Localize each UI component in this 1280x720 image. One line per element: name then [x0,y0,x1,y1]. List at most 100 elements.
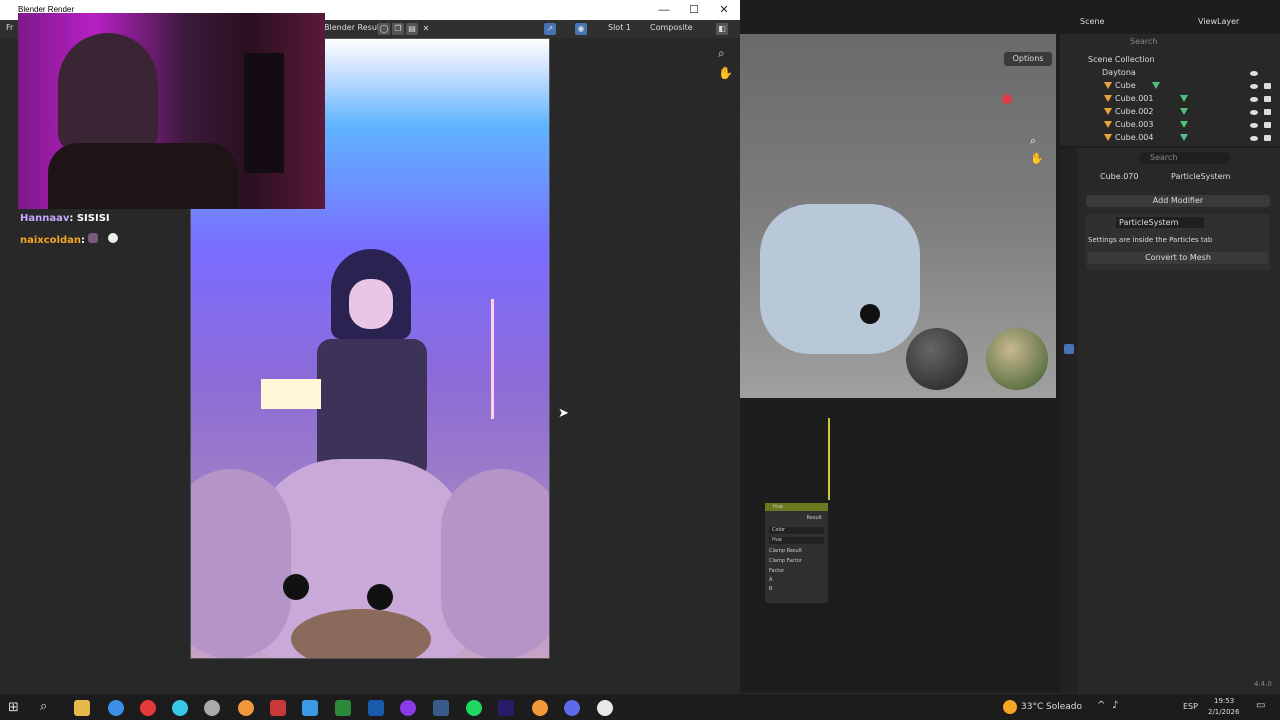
bear-left [191,469,291,658]
outliner-item[interactable]: Daytona [1060,66,1280,79]
chrome-icon[interactable] [108,700,124,716]
pass-select[interactable]: Composite [650,23,693,32]
emote-icon [88,233,99,243]
eye-icon[interactable] [1250,95,1258,104]
bear-eye-right [367,584,393,610]
mesh-data-icon [1152,82,1160,89]
node-hue-dropdown[interactable]: Hue [769,537,824,544]
properties-editor: Search Cube.070 ParticleSystem Add Modif… [1060,148,1280,693]
weather-temp[interactable]: 33°C [1021,702,1043,712]
weather-condition[interactable]: Soleado [1046,702,1082,712]
app-icon[interactable] [400,700,416,716]
hue-node[interactable]: Hue Result Color Hue Clamp Result Clamp … [765,503,828,603]
node-input-a: A [769,577,773,583]
outliner-scene-collection[interactable]: Scene Collection [1060,53,1280,66]
zoom-icon[interactable]: ⌕ [718,46,725,61]
breadcrumb-system[interactable]: ParticleSystem [1171,172,1230,181]
vscode-icon[interactable] [368,700,384,716]
open-folder-icon[interactable]: ▤ [406,23,418,35]
modifier-info-text: Settings are inside the Particles tab [1088,236,1213,244]
node-color-dropdown[interactable]: Color [769,527,824,534]
hand-pan-icon[interactable]: ✋ [718,66,733,80]
minimize-button[interactable]: — [656,2,672,18]
video-app-icon[interactable] [270,700,286,716]
duplicate-icon[interactable]: ❐ [392,23,404,35]
properties-search[interactable]: Search [1140,152,1230,164]
file-explorer-icon[interactable] [74,700,90,716]
clamp-result-checkbox[interactable]: Clamp Result [769,548,824,554]
eye-icon[interactable] [1250,134,1258,143]
opera-icon[interactable] [140,700,156,716]
modifier-tab-icon[interactable] [1064,344,1074,354]
modifier-panel: ParticleSystem Settings are inside the P… [1086,214,1270,270]
unlink-icon[interactable]: ✕ [420,23,432,35]
view-layer-name[interactable]: ViewLayer [1198,17,1239,26]
scene-selector[interactable]: Scene [1062,17,1104,26]
clamp-factor-checkbox[interactable]: Clamp Factor [769,558,824,564]
resolve-icon[interactable] [433,700,449,716]
spotify-icon[interactable] [466,700,482,716]
camera-icon[interactable] [1264,108,1271,117]
tray-chevron-icon[interactable]: ^ [1097,700,1105,711]
outliner-item[interactable]: Cube.001 [1060,92,1280,105]
version-label: 4.4.0 [1254,680,1272,688]
eye-icon[interactable] [1250,108,1258,117]
hue-node-header: Hue [765,503,828,511]
clock-date[interactable]: 2/1/2026 [1208,708,1239,716]
clock-time[interactable]: 19:53 [1214,697,1234,705]
camera-icon[interactable] [1264,134,1271,143]
add-modifier-button[interactable]: Add Modifier [1086,195,1270,207]
3d-viewport[interactable]: ⌕ ✋ Options [740,34,1056,398]
blender-icon[interactable] [238,700,254,716]
outliner-item[interactable]: Cube [1060,79,1280,92]
eye-icon[interactable] [1250,82,1258,91]
photos-icon[interactable] [302,700,318,716]
start-icon[interactable]: ⊞ [8,700,19,715]
after-effects-icon[interactable] [498,700,514,716]
obs-icon[interactable] [597,700,613,716]
notification-icon[interactable]: ▭ [1256,700,1265,711]
mesh-object-icon [1104,82,1112,89]
discord-icon[interactable] [564,700,580,716]
modifier-name-field[interactable]: ParticleSystem [1116,217,1204,228]
microphone-icon[interactable]: ♪ [1112,700,1118,711]
tool-icon[interactable]: ↗ [544,23,556,35]
outliner-item[interactable]: Cube.003 [1060,118,1280,131]
editor-menu[interactable]: Fr [6,23,13,32]
character-shirt [317,339,427,479]
viewport-pan-icon[interactable]: ✋ [1030,152,1044,165]
options-button[interactable]: Options [1004,52,1052,66]
app-icon[interactable] [204,700,220,716]
pycharm-icon[interactable] [335,700,351,716]
maximize-button[interactable]: ☐ [686,2,702,18]
eye-icon[interactable] [1250,121,1258,130]
blender-active-icon[interactable] [532,700,548,716]
viewport-zoom-icon[interactable]: ⌕ [1030,134,1036,148]
language-indicator[interactable]: ESP [1183,702,1198,711]
eye-icon[interactable] [1250,69,1258,78]
outliner-item[interactable]: Cube.004 [1060,131,1280,144]
material-preview-ball [906,328,968,390]
search-icon[interactable]: ⌕ [40,699,47,714]
weather-icon[interactable] [1003,700,1017,714]
overlay-icon[interactable]: ◉ [575,23,587,35]
camera-icon[interactable] [1264,121,1271,130]
camera-icon[interactable] [1264,95,1271,104]
fake-user-icon[interactable]: ◯ [378,23,390,35]
edge-icon[interactable] [172,700,188,716]
gizmo-x[interactable] [1002,94,1012,104]
image-name-field[interactable]: Blender Result [324,23,382,32]
bear-eye-left [283,574,309,600]
outliner-search[interactable]: Search [1130,37,1157,46]
mesh-object-icon [1104,134,1112,141]
mesh-object-icon [1104,121,1112,128]
convert-to-mesh-button[interactable]: Convert to Mesh [1088,252,1268,264]
outliner: Search Scene Collection Daytona Cube Cub… [1060,34,1280,146]
display-channels-icon[interactable]: ◧ [716,23,728,35]
close-button[interactable]: ✕ [716,2,732,18]
node-editor[interactable]: Hue Result Color Hue Clamp Result Clamp … [740,400,1056,693]
camera-icon[interactable] [1264,82,1271,91]
slot-select[interactable]: Slot 1 [608,23,631,32]
breadcrumb-object[interactable]: Cube.070 [1100,172,1138,181]
outliner-item[interactable]: Cube.002 [1060,105,1280,118]
